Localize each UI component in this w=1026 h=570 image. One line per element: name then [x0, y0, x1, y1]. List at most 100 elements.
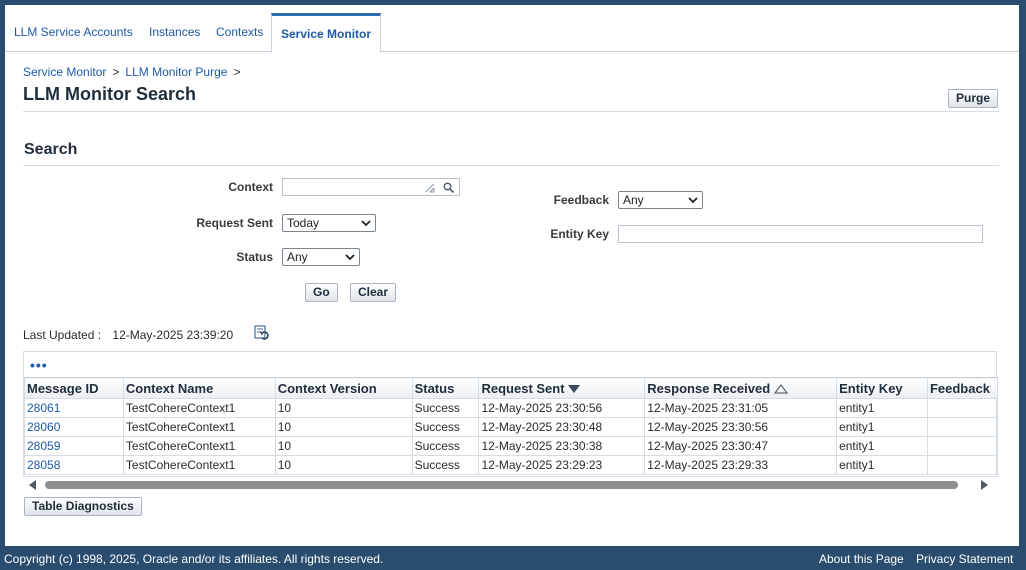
go-button[interactable]: Go	[305, 283, 338, 302]
feedback-value: Any	[623, 193, 644, 207]
entity-key-cell: entity1	[836, 436, 928, 456]
last-updated-value: 12-May-2025 23:39:20	[112, 328, 234, 342]
breadcrumb-separator: >	[233, 65, 241, 79]
context-name-cell: TestCohereContext1	[122, 436, 276, 456]
context-input[interactable]	[282, 178, 460, 196]
scrollbar-thumb[interactable]	[45, 481, 958, 489]
tab-service-monitor[interactable]: Service Monitor	[271, 13, 382, 53]
more-options-icon[interactable]: •••	[30, 357, 48, 373]
tab-instances[interactable]: Instances	[149, 13, 200, 52]
response-received-cell: 12-May-2025 23:30:47	[644, 436, 838, 456]
context-version-cell: 10	[274, 436, 413, 456]
entity-key-cell: entity1	[836, 417, 928, 437]
message-id-link[interactable]: 28059	[24, 436, 124, 456]
table-row: 28059 TestCohereContext1 10 Success 12-M…	[24, 436, 999, 456]
page-title: LLM Monitor Search	[23, 84, 197, 104]
tab-llm-service-accounts[interactable]: LLM Service Accounts	[14, 13, 133, 52]
context-version-cell: 10	[274, 455, 413, 475]
context-name-cell: TestCohereContext1	[122, 417, 276, 437]
request-sent-label: Request Sent	[196, 216, 273, 230]
context-version-cell: 10	[274, 417, 413, 437]
context-label: Context	[228, 180, 273, 194]
footer: Copyright (c) 1998, 2025, Oracle and/or …	[0, 548, 1026, 570]
clear-button[interactable]: Clear	[350, 283, 397, 302]
column-header-response-received[interactable]: Response Received	[644, 377, 838, 399]
status-cell: Success	[411, 436, 480, 456]
feedback-cell	[926, 398, 999, 418]
request-sent-cell: 12-May-2025 23:30:56	[478, 398, 646, 418]
breadcrumb-llm-monitor-purge[interactable]: LLM Monitor Purge	[125, 65, 227, 79]
chevron-down-icon	[361, 220, 371, 227]
message-id-link[interactable]: 28058	[24, 455, 124, 475]
scroll-left-icon[interactable]	[29, 480, 37, 490]
privacy-statement-link[interactable]: Privacy Statement	[916, 552, 1013, 566]
request-sent-value: Today	[287, 216, 320, 230]
status-value: Any	[287, 250, 308, 264]
divider	[23, 165, 999, 166]
tab-bar: LLM Service Accounts Instances Contexts …	[5, 13, 1019, 53]
table-row: 28060 TestCohereContext1 10 Success 12-M…	[24, 417, 999, 437]
request-sent-select[interactable]: Today	[282, 214, 376, 232]
response-received-cell: 12-May-2025 23:31:05	[644, 398, 838, 418]
table-header-row: Message ID Context Name Context Version …	[24, 377, 999, 399]
column-header-feedback[interactable]: Feedback	[926, 377, 999, 399]
table-row: 28058 TestCohereContext1 10 Success 12-M…	[24, 455, 999, 475]
feedback-cell	[926, 417, 999, 437]
context-name-cell: TestCohereContext1	[122, 455, 276, 475]
scroll-right-icon[interactable]	[981, 480, 989, 490]
about-page-link[interactable]: About this Page	[819, 552, 904, 566]
response-received-cell: 12-May-2025 23:29:33	[644, 455, 838, 475]
chevron-down-icon	[688, 197, 698, 204]
feedback-cell	[926, 455, 999, 475]
table-diagnostics-button[interactable]: Table Diagnostics	[24, 497, 142, 516]
table-row: 28061 TestCohereContext1 10 Success 12-M…	[24, 398, 999, 418]
sort-descending-icon[interactable]	[568, 384, 581, 394]
entity-key-label: Entity Key	[550, 227, 609, 241]
status-select[interactable]: Any	[282, 248, 360, 266]
tab-contexts[interactable]: Contexts	[216, 13, 263, 52]
status-cell: Success	[411, 417, 480, 437]
entity-key-input[interactable]	[618, 225, 983, 243]
resize-icon[interactable]	[425, 183, 435, 193]
column-header-context-name[interactable]: Context Name	[122, 377, 276, 399]
breadcrumb-service-monitor[interactable]: Service Monitor	[23, 65, 106, 79]
horizontal-scrollbar[interactable]	[23, 478, 997, 492]
entity-key-cell: entity1	[836, 455, 928, 475]
status-cell: Success	[411, 455, 480, 475]
context-name-cell: TestCohereContext1	[122, 398, 276, 418]
results-table-container: ••• Message ID Context Name Context Vers…	[23, 351, 999, 477]
response-received-cell: 12-May-2025 23:30:56	[644, 417, 838, 437]
feedback-cell	[926, 436, 999, 456]
purge-button[interactable]: Purge	[948, 89, 999, 108]
column-header-request-sent-label: Request Sent	[481, 380, 565, 396]
column-header-request-sent[interactable]: Request Sent	[478, 377, 646, 399]
breadcrumb: Service Monitor > LLM Monitor Purge >	[23, 65, 246, 79]
column-header-status[interactable]: Status	[411, 377, 480, 399]
column-header-response-received-label: Response Received	[647, 380, 771, 396]
last-updated: Last Updated : 12-May-2025 23:39:20	[23, 328, 233, 342]
entity-key-cell: entity1	[836, 398, 928, 418]
request-sent-cell: 12-May-2025 23:29:23	[478, 455, 646, 475]
message-id-link[interactable]: 28060	[24, 417, 124, 437]
column-header-message-id[interactable]: Message ID	[24, 377, 124, 399]
message-id-link[interactable]: 28061	[24, 398, 124, 418]
context-version-cell: 10	[274, 398, 413, 418]
request-sent-cell: 12-May-2025 23:30:38	[478, 436, 646, 456]
status-label: Status	[236, 250, 273, 264]
copyright-text: Copyright (c) 1998, 2025, Oracle and/or …	[4, 552, 384, 566]
feedback-label: Feedback	[553, 193, 609, 207]
results-table: Message ID Context Name Context Version …	[24, 377, 999, 475]
column-header-entity-key[interactable]: Entity Key	[836, 377, 928, 399]
breadcrumb-separator: >	[112, 65, 120, 79]
search-section-title: Search	[24, 141, 78, 158]
divider	[23, 111, 999, 112]
column-header-context-version[interactable]: Context Version	[274, 377, 413, 399]
page-frame: LLM Service Accounts Instances Contexts …	[5, 5, 1019, 546]
search-icon[interactable]	[443, 182, 454, 193]
feedback-select[interactable]: Any	[618, 191, 703, 209]
chevron-down-icon	[345, 254, 355, 261]
last-updated-label: Last Updated :	[23, 328, 102, 342]
sort-ascending-icon[interactable]	[773, 384, 788, 394]
refresh-icon[interactable]	[254, 325, 270, 341]
request-sent-cell: 12-May-2025 23:30:48	[478, 417, 646, 437]
